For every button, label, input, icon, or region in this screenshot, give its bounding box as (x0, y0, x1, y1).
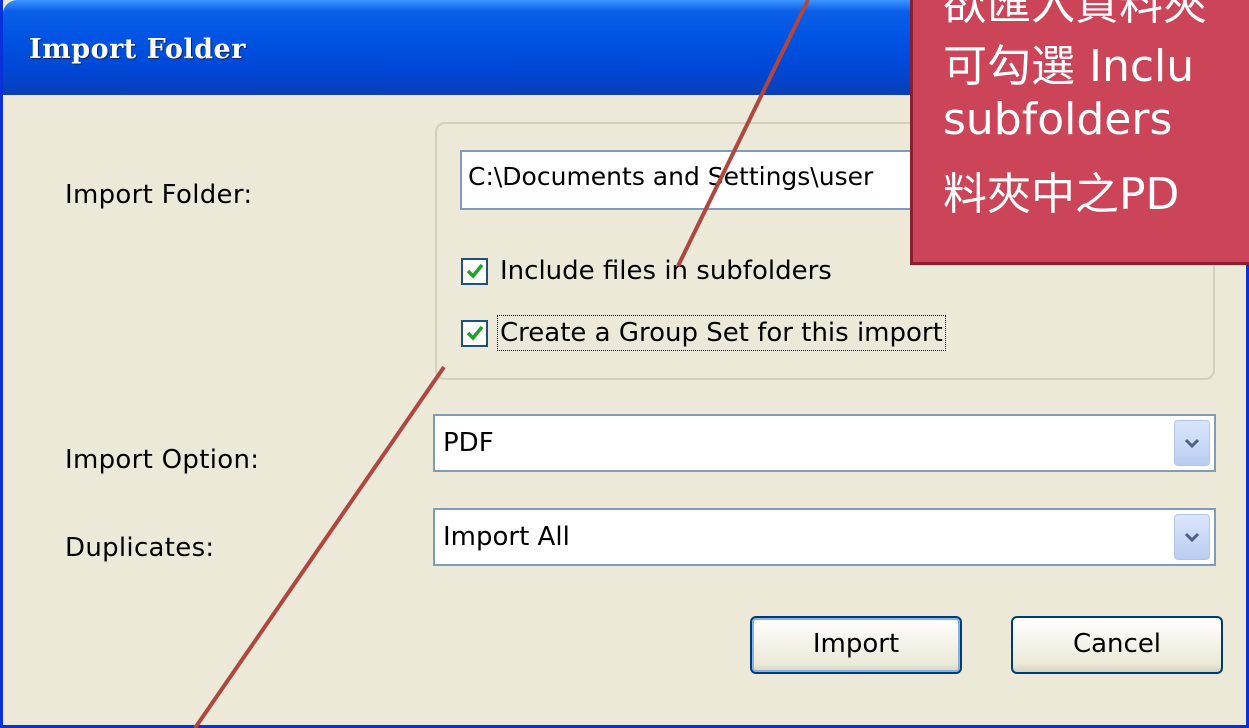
import-option-dropdown-button[interactable] (1174, 420, 1210, 466)
checkmark-icon (466, 263, 483, 279)
duplicates-value: Import All (443, 522, 570, 552)
annotation-line: 料夾中之PD (943, 169, 1180, 220)
import-option-value: PDF (443, 428, 494, 458)
dialog-title: Import Folder (29, 34, 246, 65)
create-group-set-checkbox-row[interactable]: Create a Group Set for this import (461, 315, 946, 351)
import-folder-label: Import Folder: (65, 180, 253, 210)
annotation-line: subfolders (943, 94, 1173, 145)
import-button[interactable]: Import (750, 616, 962, 674)
chevron-down-icon (1184, 532, 1200, 543)
include-subfolders-checkbox-row[interactable]: Include files in subfolders (461, 256, 832, 286)
checkmark-icon (466, 325, 483, 341)
duplicates-select[interactable]: Import All (433, 508, 1216, 566)
duplicates-label: Duplicates: (65, 533, 215, 563)
create-group-set-label: Create a Group Set for this import (497, 315, 946, 351)
annotation-callout: 欲匯入資料夾 可勾選 Inclu subfolders 料夾中之PD (910, 0, 1249, 265)
chevron-down-icon (1184, 438, 1200, 449)
import-option-label: Import Option: (65, 445, 260, 475)
include-subfolders-checkbox[interactable] (461, 257, 488, 285)
import-option-select[interactable]: PDF (433, 414, 1216, 472)
cancel-button[interactable]: Cancel (1011, 616, 1223, 674)
create-group-set-checkbox[interactable] (461, 319, 488, 347)
duplicates-dropdown-button[interactable] (1174, 514, 1210, 560)
annotation-line: 欲匯入資料夾 (943, 0, 1207, 30)
include-subfolders-label: Include files in subfolders (500, 256, 832, 286)
annotation-line: 可勾選 Inclu (943, 41, 1195, 92)
